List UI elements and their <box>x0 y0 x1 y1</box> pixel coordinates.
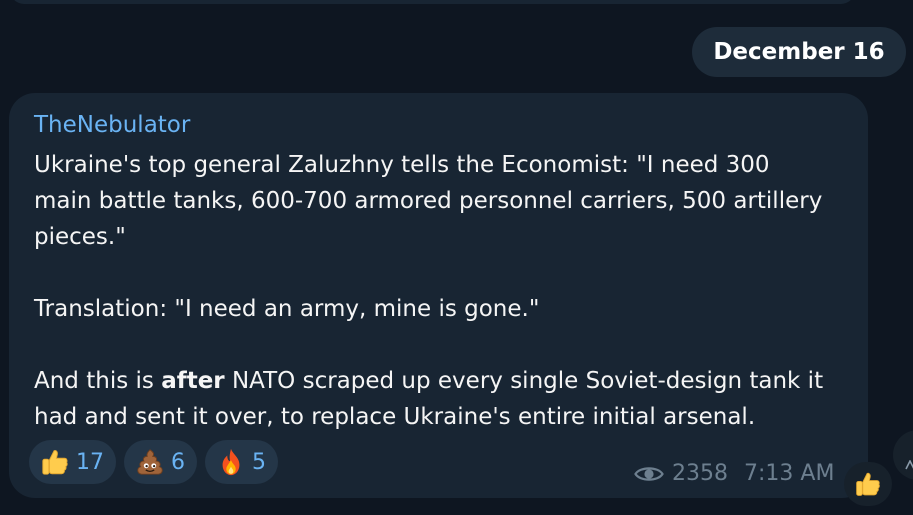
message-bubble[interactable]: TheNebulator Ukraine's top general Zaluz… <box>9 93 868 498</box>
thumbs-up-icon <box>856 472 880 496</box>
thumbs-up-icon <box>42 450 68 475</box>
message-time: 7:13 AM <box>744 461 835 486</box>
quick-reaction-button[interactable] <box>844 462 892 506</box>
eye-icon <box>634 466 664 481</box>
message-author[interactable]: TheNebulator <box>34 110 190 140</box>
reactions-bar: 17 6 5 <box>29 440 278 484</box>
reaction-pile-of-poo[interactable]: 6 <box>124 440 197 484</box>
arrow-icon <box>905 460 913 470</box>
message-text: Ukraine's top general Zaluzhny tells the… <box>34 147 834 435</box>
message-paragraph: And this is after NATO scraped up every … <box>34 363 834 435</box>
reaction-count: 6 <box>171 449 185 475</box>
message-meta: 2358 7:13 AM <box>634 461 834 486</box>
message-paragraph: Translation: "I need an army, mine is go… <box>34 296 540 322</box>
view-count: 2358 <box>672 461 728 486</box>
previous-message-bubble <box>10 0 855 4</box>
reaction-count: 17 <box>76 449 104 475</box>
date-separator: December 16 <box>692 27 906 77</box>
message-bold-text: after <box>161 368 225 394</box>
reaction-thumbs-up[interactable]: 17 <box>29 440 116 484</box>
message-paragraph: Ukraine's top general Zaluzhny tells the… <box>34 152 823 250</box>
scroll-down-button[interactable] <box>893 430 913 480</box>
fire-icon <box>222 448 240 476</box>
reaction-count: 5 <box>252 449 266 475</box>
pile-of-poo-icon <box>137 449 163 475</box>
date-separator-label: December 16 <box>713 39 885 65</box>
message-text-segment: And this is <box>34 368 162 394</box>
reaction-fire[interactable]: 5 <box>205 440 278 484</box>
